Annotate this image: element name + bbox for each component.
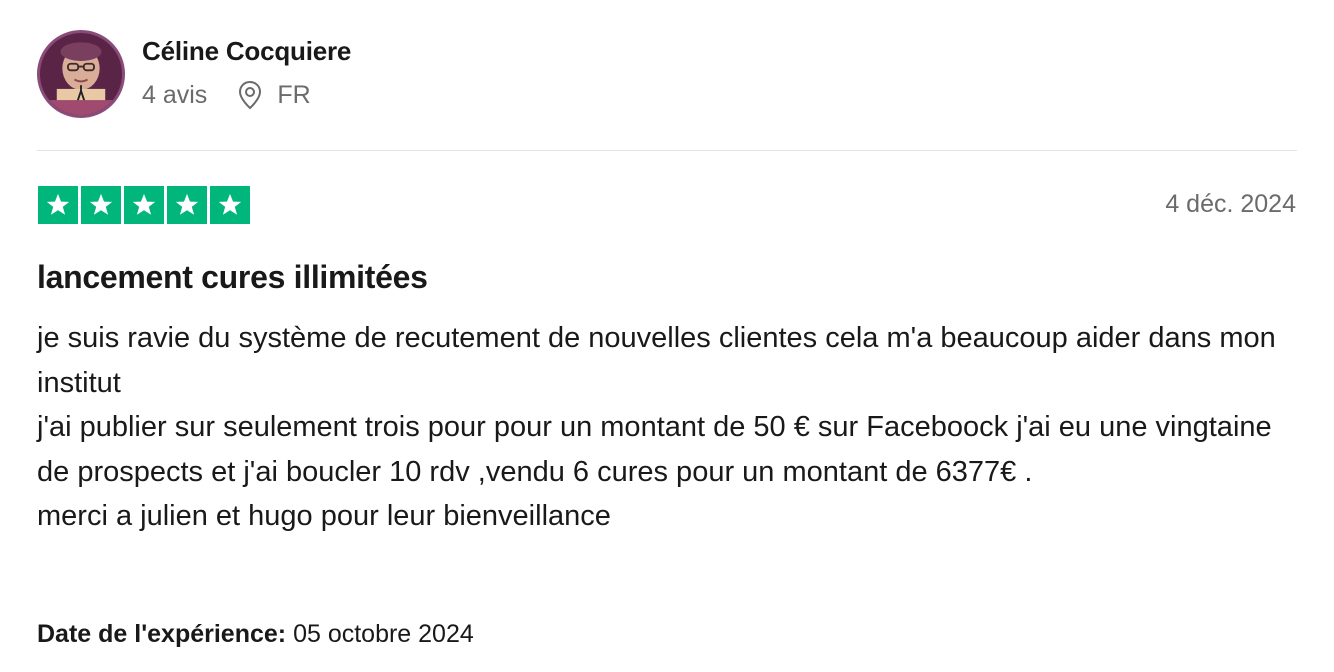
divider xyxy=(37,150,1297,151)
avatar-photo xyxy=(40,33,122,115)
avatar[interactable] xyxy=(37,30,125,118)
review-body: je suis ravie du système de recutement d… xyxy=(37,316,1307,539)
author-country: FR xyxy=(277,80,311,109)
experience-date: Date de l'expérience: 05 octobre 2024 xyxy=(37,620,474,649)
review-card: Céline Cocquiere 4 avis FR 4 déc. 2024 l… xyxy=(0,0,1334,672)
author-name[interactable]: Céline Cocquiere xyxy=(142,36,351,67)
review-body-line: j'ai publier sur seulement trois pour po… xyxy=(37,411,1272,488)
author-meta: 4 avis FR xyxy=(142,80,311,110)
star-icon xyxy=(210,186,250,224)
review-body-line: je suis ravie du système de recutement d… xyxy=(37,322,1276,399)
location-pin-icon xyxy=(237,80,263,110)
star-icon xyxy=(38,186,78,224)
experience-date-label: Date de l'expérience: xyxy=(37,620,287,648)
star-icon xyxy=(124,186,164,224)
review-date: 4 déc. 2024 xyxy=(1165,190,1296,218)
star-icon xyxy=(81,186,121,224)
review-title[interactable]: lancement cures illimitées xyxy=(37,259,428,296)
review-count: 4 avis xyxy=(142,80,208,109)
star-icon xyxy=(167,186,207,224)
star-rating xyxy=(38,186,250,224)
review-body-line: merci a julien et hugo pour leur bienvei… xyxy=(37,500,611,532)
experience-date-value: 05 octobre 2024 xyxy=(293,620,474,648)
